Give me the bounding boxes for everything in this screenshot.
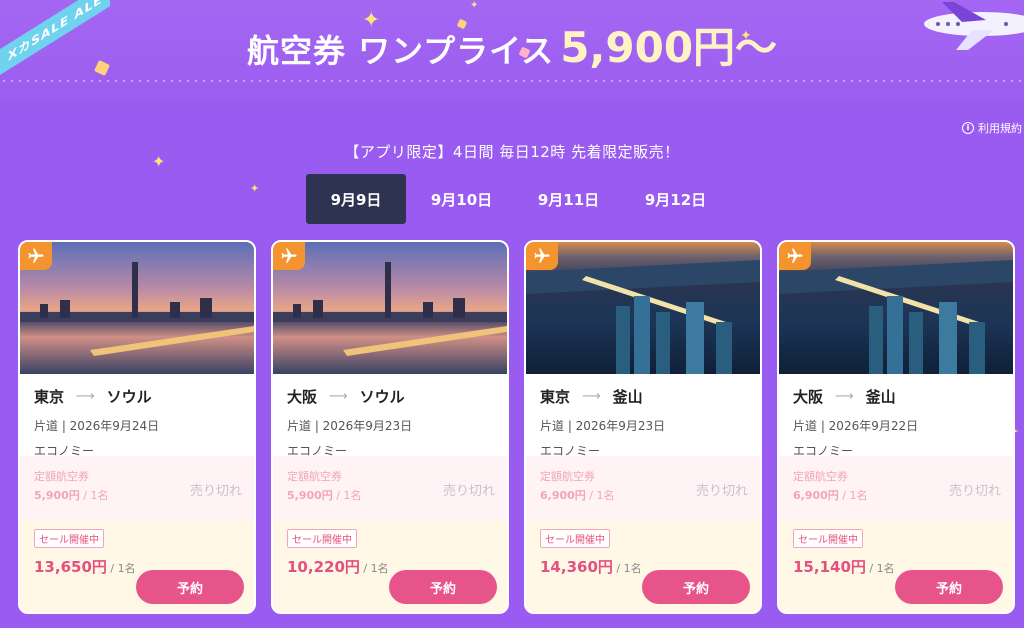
sparkle-icon: ✦ (470, 0, 479, 11)
fixed-fare-box: 定額航空券 6,900円 / 1名 売り切れ (779, 456, 1013, 520)
trip-date: 片道 | 2026年9月22日 (793, 419, 919, 433)
sale-badge: セール開催中 (540, 529, 610, 548)
route-arrow-icon: ⟶ (582, 389, 601, 404)
route-arrow-icon: ⟶ (329, 389, 348, 404)
city-night-graphic (526, 260, 760, 374)
sale-badge: セール開催中 (34, 529, 104, 548)
book-button[interactable]: 予約 (895, 570, 1003, 604)
origin-city: 大阪 (793, 388, 824, 406)
origin-city: 東京 (540, 388, 571, 406)
destination-city: 釜山 (612, 388, 643, 406)
sale-price-per: / 1名 (865, 562, 895, 575)
origin-city: 東京 (34, 388, 65, 406)
flight-card[interactable]: 東京 ⟶ 釜山 片道 | 2026年9月23日 エコノミー 定額航空券 6,90… (524, 240, 762, 614)
flight-card[interactable]: 大阪 ⟶ 釜山 片道 | 2026年9月22日 エコノミー 定額航空券 6,90… (777, 240, 1015, 614)
route: 大阪 ⟶ ソウル (273, 374, 507, 407)
tab-sep-11[interactable]: 9月11日 (517, 174, 620, 224)
fixed-fare-box: 定額航空券 5,900円 / 1名 売り切れ (273, 456, 507, 520)
destination-city: 釜山 (865, 388, 896, 406)
flight-card[interactable]: 東京 ⟶ ソウル 片道 | 2026年9月24日 エコノミー 定額航空券 5,9… (18, 240, 256, 614)
route-arrow-icon: ⟶ (835, 389, 854, 404)
route: 大阪 ⟶ 釜山 (779, 374, 1013, 407)
info-icon: i (962, 122, 974, 134)
fixed-fare-box: 定額航空券 6,900円 / 1名 売り切れ (526, 456, 760, 520)
trip-date: 片道 | 2026年9月23日 (287, 419, 413, 433)
route-arrow-icon: ⟶ (76, 389, 95, 404)
sale-price-per: / 1名 (612, 562, 642, 575)
destination-city: ソウル (359, 388, 405, 406)
city-skyline-graphic (273, 262, 507, 356)
sale-price-per: / 1名 (359, 562, 389, 575)
sale-fare-box: セール開催中 14,360円 / 1名 予約 (526, 520, 760, 612)
busan-night-photo (526, 242, 760, 374)
sale-price-amount: 13,650円 (34, 558, 107, 576)
airplane-badge-icon (273, 242, 305, 270)
book-button[interactable]: 予約 (389, 570, 497, 604)
trip-date: 片道 | 2026年9月23日 (540, 419, 666, 433)
fixed-fare-amount: 5,900円 (287, 489, 333, 502)
fixed-fare-per: / 1名 (585, 489, 615, 502)
airplane-badge-icon (526, 242, 558, 270)
airplane-badge-icon (779, 242, 811, 270)
route: 東京 ⟶ 釜山 (526, 374, 760, 407)
soldout-label: 売り切れ (948, 484, 1001, 499)
city-skyline-graphic (20, 262, 254, 356)
tab-sep-9[interactable]: 9月9日 (306, 174, 406, 224)
sale-price-amount: 10,220円 (287, 558, 360, 576)
fixed-fare-per: / 1名 (838, 489, 868, 502)
seoul-skyline-photo (273, 242, 507, 374)
origin-city: 大阪 (287, 388, 318, 406)
airplane-icon (924, 2, 1024, 50)
soldout-label: 売り切れ (189, 484, 242, 499)
sparkle-icon: ✦ (362, 8, 381, 33)
trip-date: 片道 | 2026年9月24日 (34, 419, 160, 433)
banner-title-main: 航空券 ワンプライス (246, 32, 555, 70)
sale-fare-box: セール開催中 10,220円 / 1名 予約 (273, 520, 507, 612)
fixed-fare-amount: 5,900円 (34, 489, 80, 502)
flight-card-list: 東京 ⟶ ソウル 片道 | 2026年9月24日 エコノミー 定額航空券 5,9… (18, 240, 1015, 614)
book-button[interactable]: 予約 (136, 570, 244, 604)
sale-fare-box: セール開催中 15,140円 / 1名 予約 (779, 520, 1013, 612)
sale-badge: セール開催中 (287, 529, 357, 548)
seoul-skyline-photo (20, 242, 254, 374)
sale-price-per: / 1名 (106, 562, 136, 575)
fixed-fare-box: 定額航空券 5,900円 / 1名 売り切れ (20, 456, 254, 520)
tab-sep-10[interactable]: 9月10日 (410, 174, 513, 224)
soldout-label: 売り切れ (695, 484, 748, 499)
fixed-fare-amount: 6,900円 (540, 489, 586, 502)
sale-badge: セール開催中 (793, 529, 863, 548)
flight-card[interactable]: 大阪 ⟶ ソウル 片道 | 2026年9月23日 エコノミー 定額航空券 5,9… (271, 240, 509, 614)
sparkle-icon: ✦ (250, 182, 260, 195)
route: 東京 ⟶ ソウル (20, 374, 254, 407)
book-button[interactable]: 予約 (642, 570, 750, 604)
sale-price-amount: 15,140円 (793, 558, 866, 576)
terms-link[interactable]: i 利用規約 (962, 120, 1022, 136)
fixed-fare-amount: 6,900円 (793, 489, 839, 502)
sparkle-icon: ✦ (740, 28, 752, 44)
city-night-graphic (779, 260, 1013, 374)
destination-city: ソウル (106, 388, 152, 406)
banner-title: 航空券 ワンプライス 5,900円〜 (0, 14, 1024, 75)
soldout-label: 売り切れ (442, 484, 495, 499)
banner-divider (0, 80, 1024, 82)
promo-text: 【アプリ限定】4日間 毎日12時 先着限定販売！ (344, 143, 680, 161)
sale-price-amount: 14,360円 (540, 558, 613, 576)
fixed-fare-per: / 1名 (332, 489, 362, 502)
terms-label: 利用規約 (978, 122, 1022, 135)
header-banner: XカSALE ALE 航空券 ワンプライス 5,900円〜 ✦ ✦ ✦ (0, 0, 1024, 100)
airplane-badge-icon (20, 242, 52, 270)
busan-night-photo (779, 242, 1013, 374)
fixed-fare-per: / 1名 (79, 489, 109, 502)
date-tabs: 9月9日 9月10日 9月11日 9月12日 (306, 174, 731, 224)
tab-sep-12[interactable]: 9月12日 (624, 174, 727, 224)
sale-fare-box: セール開催中 13,650円 / 1名 予約 (20, 520, 254, 612)
